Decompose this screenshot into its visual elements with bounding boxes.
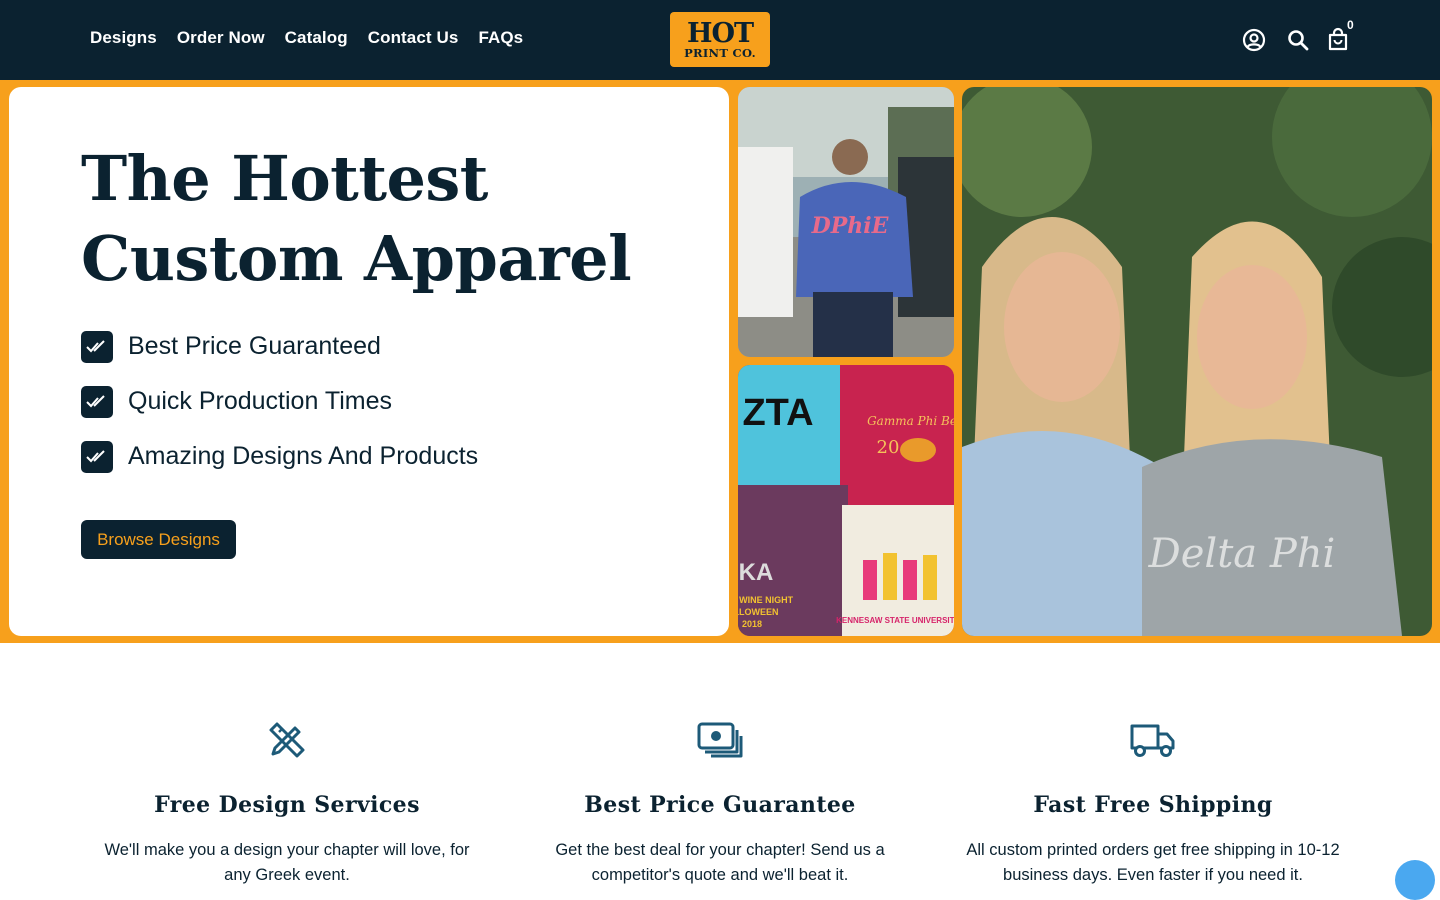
hero-title-line1: The Hottest [81,142,488,215]
benefit-free-design: Free Design Services We'll make you a de… [87,720,487,888]
feature-text: Quick Production Times [128,387,392,415]
double-check-icon [81,385,113,418]
logo-text-hot: HOT [686,17,754,49]
feature-text: Best Price Guaranteed [128,332,381,360]
benefit-title: Free Design Services [154,792,420,818]
benefit-desc-line2: any Greek event. [224,866,350,884]
chat-widget-button[interactable] [1395,860,1435,900]
hero-feature-list: Best Price Guaranteed Quick Production T… [81,319,478,484]
nav-designs[interactable]: Designs [90,28,157,48]
nav-order-now[interactable]: Order Now [177,28,265,48]
benefit-fast-shipping: Fast Free Shipping All custom printed or… [953,720,1353,888]
big-photo-text: Delta Phi [1148,531,1336,577]
nav-catalog[interactable]: Catalog [285,28,348,48]
hero-card: The Hottest Custom Apparel Best Price Gu… [9,87,729,636]
list-item: Amazing Designs And Products [81,429,478,484]
feature-text: Amazing Designs And Products [128,442,479,470]
hero-title: The Hottest Custom Apparel [81,139,632,299]
benefit-description: Get the best deal for your chapter! Send… [520,838,920,888]
truck-icon [1130,724,1175,757]
site-logo[interactable]: HOT PRINT CO. [670,12,770,67]
benefit-desc-line1: Get the best deal for your chapter! Send… [555,841,885,859]
search-icon[interactable] [1285,27,1311,53]
benefit-desc-line2: competitor's quote and we'll beat it. [591,866,849,884]
main-nav: Designs Order Now Catalog Contact Us FAQ… [90,28,523,48]
pocket-script: Gamma Phi Beta [867,414,954,428]
logo-text-print: PRINT CO. [684,45,756,60]
benefit-title: Best Price Guarantee [584,792,856,818]
hero-title-line2: Custom Apparel [81,222,632,295]
bottom-right-text: KENNESAW STATE UNIVERSITY [836,616,954,625]
double-check-icon [81,440,113,473]
hero-photo-group-shirt: DPhiE [738,87,954,357]
cart-count-badge: 0 [1347,18,1354,32]
benefit-title: Fast Free Shipping [1033,792,1273,818]
hero-photo-friends: Delta Phi [962,87,1432,636]
pocket-number: 20 [877,437,900,458]
pocket-letters: ZTA [742,392,813,434]
cash-icon [697,722,743,758]
shirt-print-text: DPhiE [811,213,890,239]
hero-section: The Hottest Custom Apparel Best Price Gu… [0,80,1440,643]
benefit-description: All custom printed orders get free shipp… [953,838,1353,888]
bottom-left-small2: LLOWEEN [738,607,779,617]
site-header: Designs Order Now Catalog Contact Us FAQ… [0,0,1440,80]
benefit-desc-line2: business days. Even faster if you need i… [1003,866,1303,884]
bottom-left-small3: 2018 [742,619,762,629]
bottom-left-letters: KA [739,559,774,586]
account-icon[interactable] [1241,27,1267,53]
design-tools-icon [269,722,305,758]
list-item: Best Price Guaranteed [81,319,478,374]
double-check-icon [81,330,113,363]
hero-photo-pockets: ZTA Gamma Phi Beta 20 KA Y WINE NIGHT LL… [738,365,954,636]
bottom-left-small: Y WINE NIGHT [738,595,794,605]
benefit-desc-line1: All custom printed orders get free shipp… [966,841,1340,859]
list-item: Quick Production Times [81,374,478,429]
benefit-best-price: Best Price Guarantee Get the best deal f… [520,720,920,888]
nav-faqs[interactable]: FAQs [478,28,523,48]
nav-contact-us[interactable]: Contact Us [368,28,459,48]
browse-designs-button[interactable]: Browse Designs [81,520,236,559]
benefit-description: We'll make you a design your chapter wil… [87,838,487,888]
benefit-desc-line1: We'll make you a design your chapter wil… [104,841,470,859]
